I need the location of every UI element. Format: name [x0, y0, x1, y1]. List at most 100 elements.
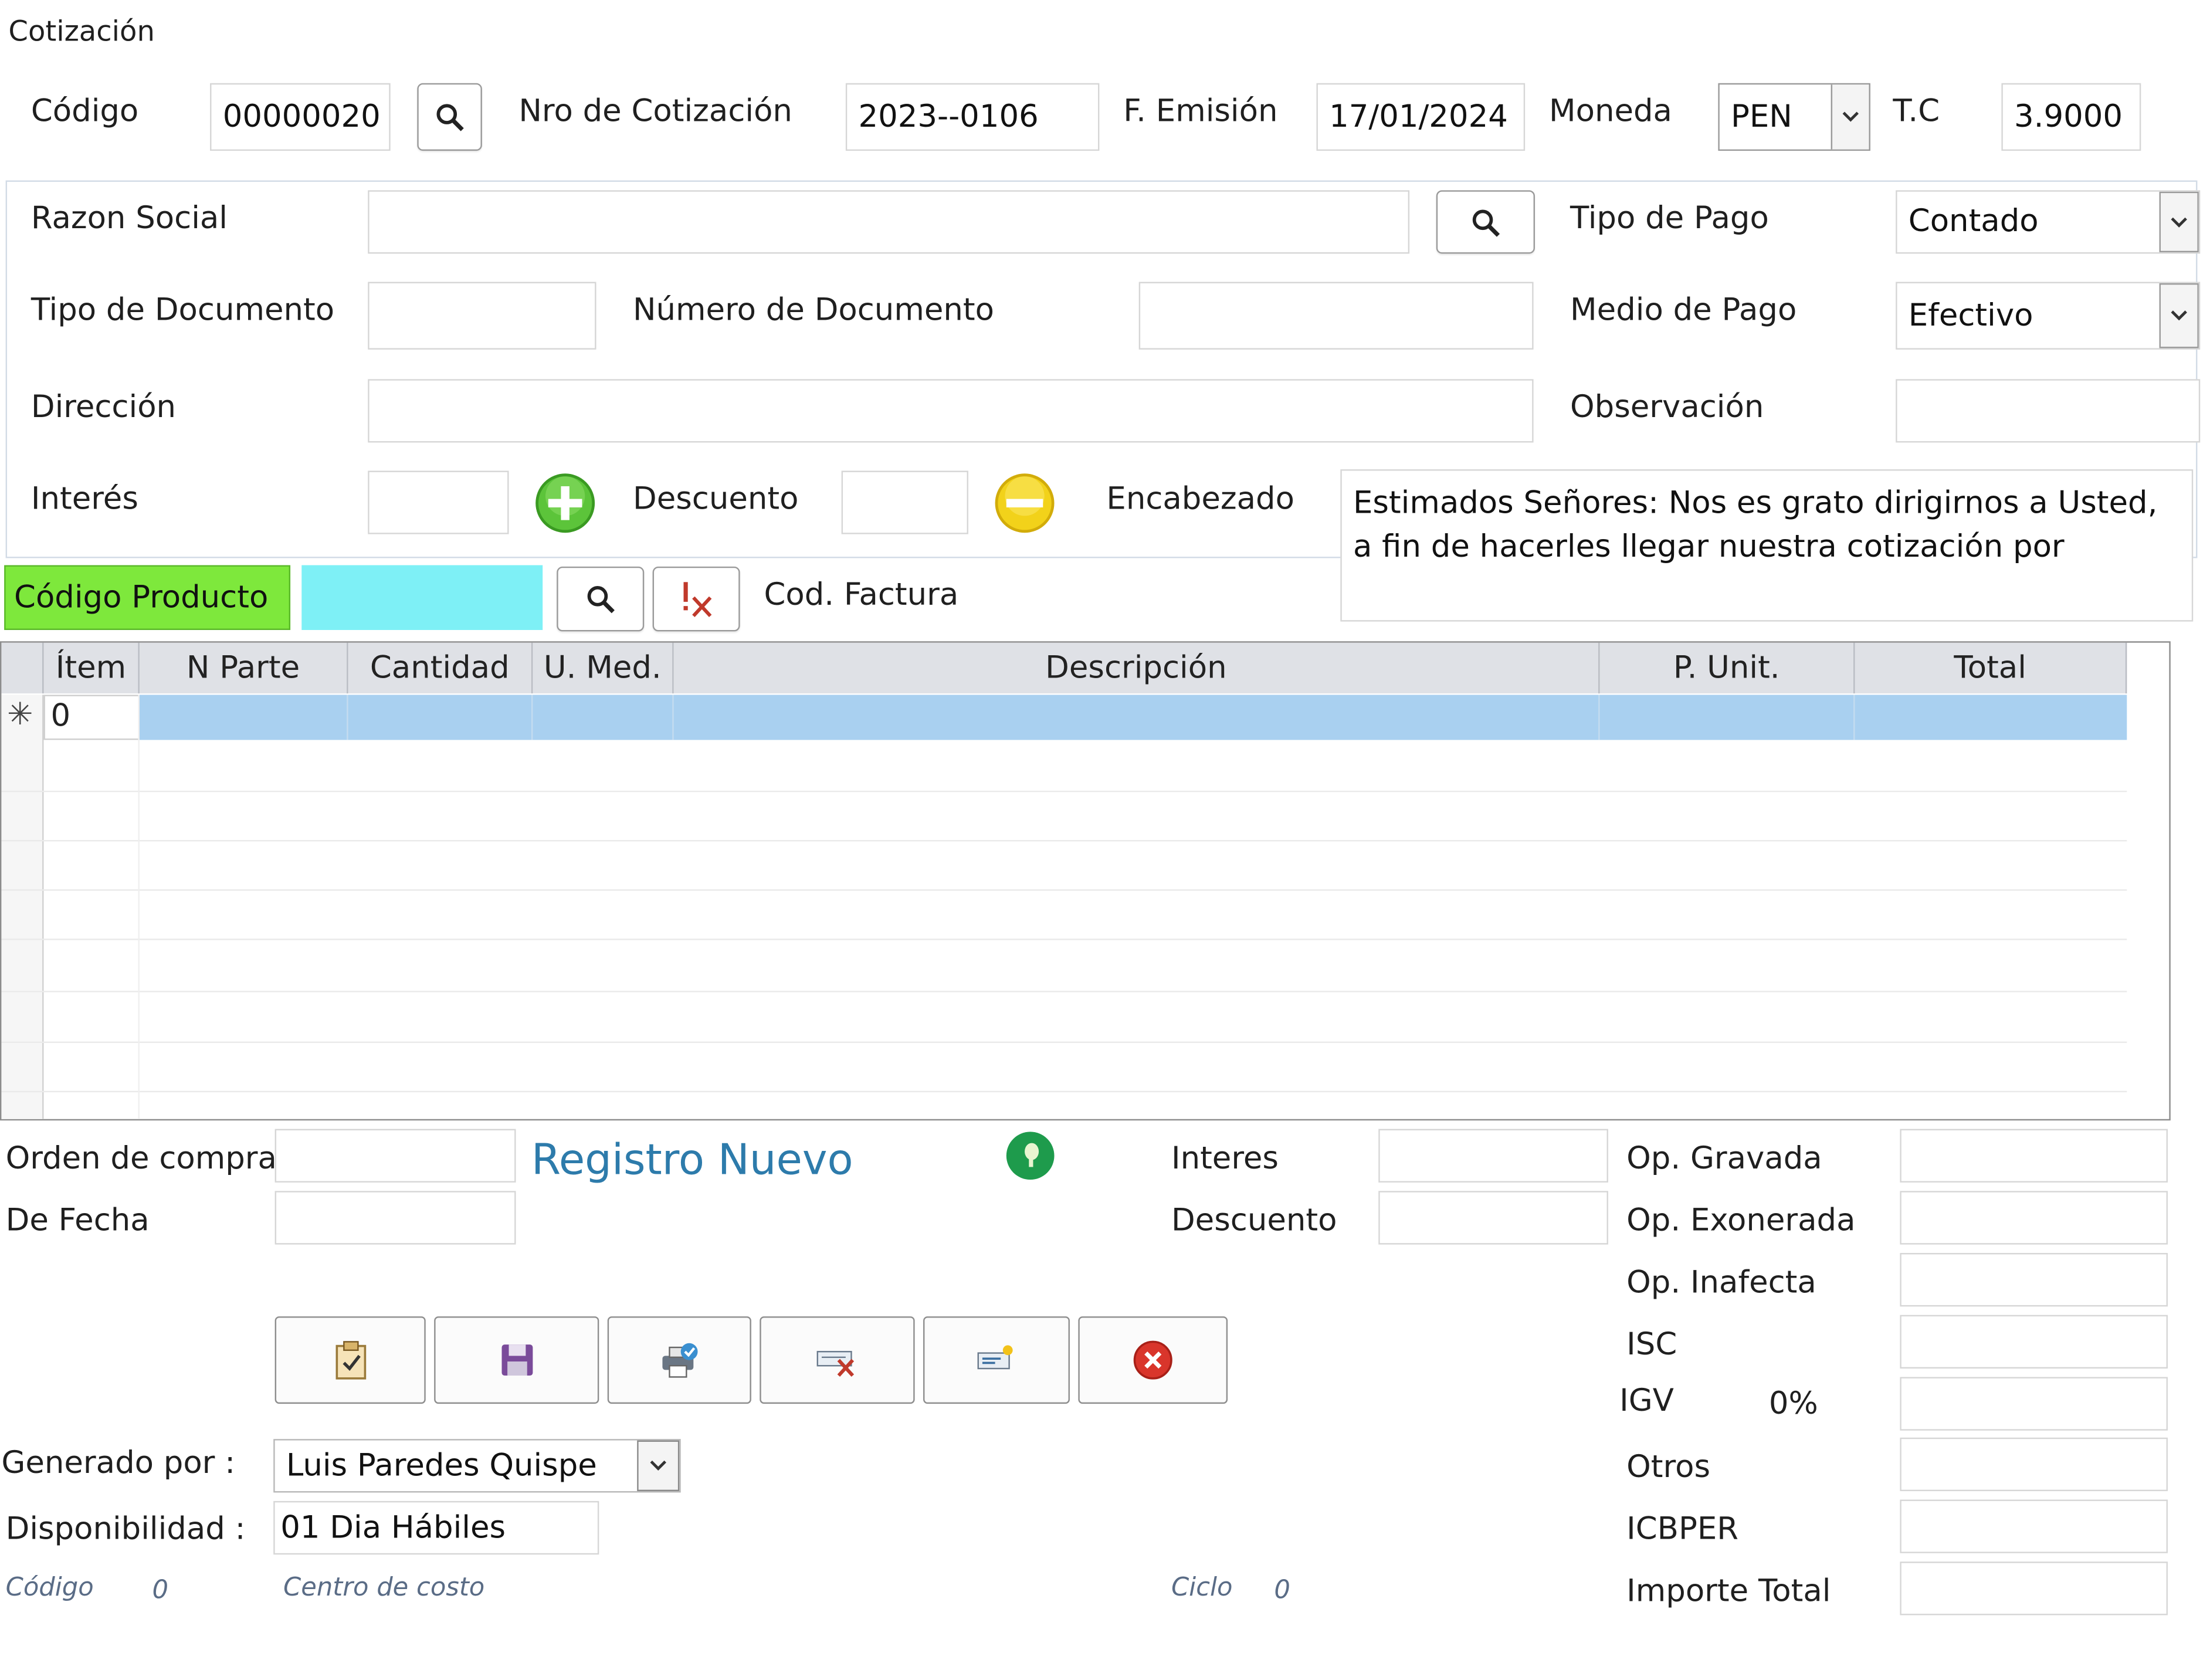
descuento-field[interactable]: [841, 470, 968, 534]
codigo-small-label: Código: [5, 1573, 94, 1603]
op-exonerada-label: Op. Exonerada: [1626, 1203, 1856, 1239]
col-header-descripcion[interactable]: Descripción: [673, 642, 1600, 694]
chevron-down-icon[interactable]: [637, 1440, 680, 1492]
tipo-documento-label: Tipo de Documento: [30, 293, 335, 328]
ciclo-label: Ciclo: [1171, 1573, 1233, 1603]
interes-label: Interés: [30, 482, 138, 517]
print-button[interactable]: [607, 1316, 751, 1404]
op-gravada-field[interactable]: [1900, 1129, 2168, 1183]
tc-label: T.C: [1893, 94, 1940, 130]
tipo-documento-field[interactable]: [368, 282, 596, 350]
chevron-down-icon[interactable]: [2159, 191, 2199, 253]
otros-field[interactable]: [1900, 1437, 2168, 1492]
tipo-pago-select[interactable]: Contado: [1896, 190, 2201, 254]
de-fecha-field[interactable]: [274, 1191, 516, 1245]
icbper-field[interactable]: [1900, 1499, 2168, 1553]
col-header-item[interactable]: Ítem: [43, 642, 140, 694]
medio-pago-select[interactable]: Efectivo: [1896, 282, 2201, 350]
row-header-column: [1, 695, 44, 1119]
items-grid[interactable]: Ítem N Parte Cantidad U. Med. Descripció…: [0, 641, 2171, 1121]
close-button[interactable]: [1078, 1316, 1228, 1404]
op-inafecta-field[interactable]: [1900, 1253, 2168, 1307]
add-interes-button[interactable]: [534, 472, 596, 534]
emision-label: F. Emisión: [1123, 94, 1278, 130]
codigo-field[interactable]: 00000020: [210, 83, 391, 151]
col-header-cantidad[interactable]: Cantidad: [348, 642, 533, 694]
tipo-pago-value: Contado: [1908, 204, 2039, 240]
tc-field[interactable]: 3.9000: [2001, 83, 2141, 151]
direccion-field[interactable]: [368, 379, 1534, 443]
save-button[interactable]: [434, 1316, 599, 1404]
emision-field[interactable]: 17/01/2024: [1316, 83, 1526, 151]
close-icon: [1133, 1340, 1172, 1380]
minus-circle-icon: [995, 473, 1055, 533]
op-gravada-label: Op. Gravada: [1626, 1142, 1822, 1177]
razon-social-field[interactable]: [368, 190, 1410, 254]
new-quote-button[interactable]: [274, 1316, 426, 1404]
col-header-u-med[interactable]: U. Med.: [533, 642, 674, 694]
producto-remove-button[interactable]: [652, 566, 740, 632]
generado-por-value: Luis Paredes Quispe: [286, 1448, 597, 1483]
descuento-label: Descuento: [632, 482, 799, 517]
cod-factura-label: Cod. Factura: [764, 578, 959, 614]
codigo-producto-label: Código Producto: [4, 565, 291, 631]
razon-social-label: Razon Social: [30, 201, 228, 237]
importe-total-label: Importe Total: [1626, 1574, 1831, 1610]
new-row-marker: ✳: [7, 697, 33, 733]
search-icon: [587, 586, 615, 614]
col-header-total[interactable]: Total: [1855, 642, 2127, 694]
save-icon: [501, 1344, 533, 1376]
isc-label: ISC: [1626, 1327, 1677, 1363]
chevron-down-icon[interactable]: [1831, 84, 1869, 150]
codigo-label: Código: [30, 94, 139, 130]
orden-compra-label: Orden de compra: [5, 1142, 277, 1177]
moneda-select[interactable]: PEN: [1718, 83, 1870, 151]
col-header-p-unit[interactable]: P. Unit.: [1599, 642, 1855, 694]
medio-pago-label: Medio de Pago: [1570, 293, 1797, 328]
nro-cotizacion-label: Nro de Cotización: [518, 94, 792, 130]
edit-quote-button[interactable]: [923, 1316, 1070, 1404]
icbper-label: ICBPER: [1626, 1512, 1738, 1548]
razon-social-search-button[interactable]: [1436, 190, 1535, 254]
chevron-down-icon[interactable]: [2159, 283, 2199, 348]
numero-documento-field[interactable]: [1138, 282, 1534, 350]
igv-label: IGV: [1619, 1384, 1674, 1420]
observacion-field[interactable]: [1896, 379, 2201, 443]
printer-icon: [662, 1343, 698, 1378]
generado-por-select[interactable]: Luis Paredes Quispe: [273, 1439, 681, 1493]
moneda-label: Moneda: [1549, 94, 1672, 130]
status-indicator-icon: [1005, 1130, 1056, 1181]
encabezado-textarea[interactable]: Estimados Señores: Nos es grato dirigirn…: [1340, 469, 2194, 622]
window-title: Cotización: [8, 14, 155, 48]
producto-search-button[interactable]: [557, 566, 645, 632]
observacion-label: Observación: [1570, 390, 1764, 426]
subtract-descuento-button[interactable]: [994, 472, 1056, 534]
registro-nuevo-status: Registro Nuevo: [531, 1136, 853, 1186]
otros-label: Otros: [1626, 1450, 1711, 1486]
numero-documento-label: Número de Documento: [632, 293, 994, 328]
importe-total-field[interactable]: [1900, 1562, 2168, 1615]
footer-interes-label: Interes: [1171, 1142, 1279, 1177]
selected-row[interactable]: [139, 695, 2127, 740]
op-exonerada-field[interactable]: [1900, 1191, 2168, 1245]
cancel-quote-button[interactable]: [760, 1316, 915, 1404]
encabezado-label: Encabezado: [1106, 482, 1294, 517]
row-header-corner: [1, 642, 44, 694]
orden-compra-field[interactable]: [274, 1129, 516, 1183]
footer-interes-field[interactable]: [1378, 1129, 1608, 1183]
footer-descuento-label: Descuento: [1171, 1203, 1337, 1239]
igv-field[interactable]: [1900, 1377, 2168, 1431]
nro-cotizacion-field[interactable]: 2023--0106: [845, 83, 1100, 151]
codigo-producto-input[interactable]: [301, 565, 543, 631]
ciclo-value: 0: [1274, 1576, 1290, 1606]
col-header-n-parte[interactable]: N Parte: [139, 642, 348, 694]
interes-field[interactable]: [368, 470, 509, 534]
isc-field[interactable]: [1900, 1315, 2168, 1369]
footer-descuento-field[interactable]: [1378, 1191, 1608, 1245]
search-icon: [436, 104, 464, 131]
cell-item[interactable]: 0: [43, 695, 140, 740]
codigo-search-button[interactable]: [417, 83, 482, 151]
cancel-document-icon: [816, 1350, 855, 1377]
direccion-label: Dirección: [30, 390, 177, 426]
disponibilidad-field[interactable]: 01 Dia Hábiles: [273, 1501, 599, 1555]
